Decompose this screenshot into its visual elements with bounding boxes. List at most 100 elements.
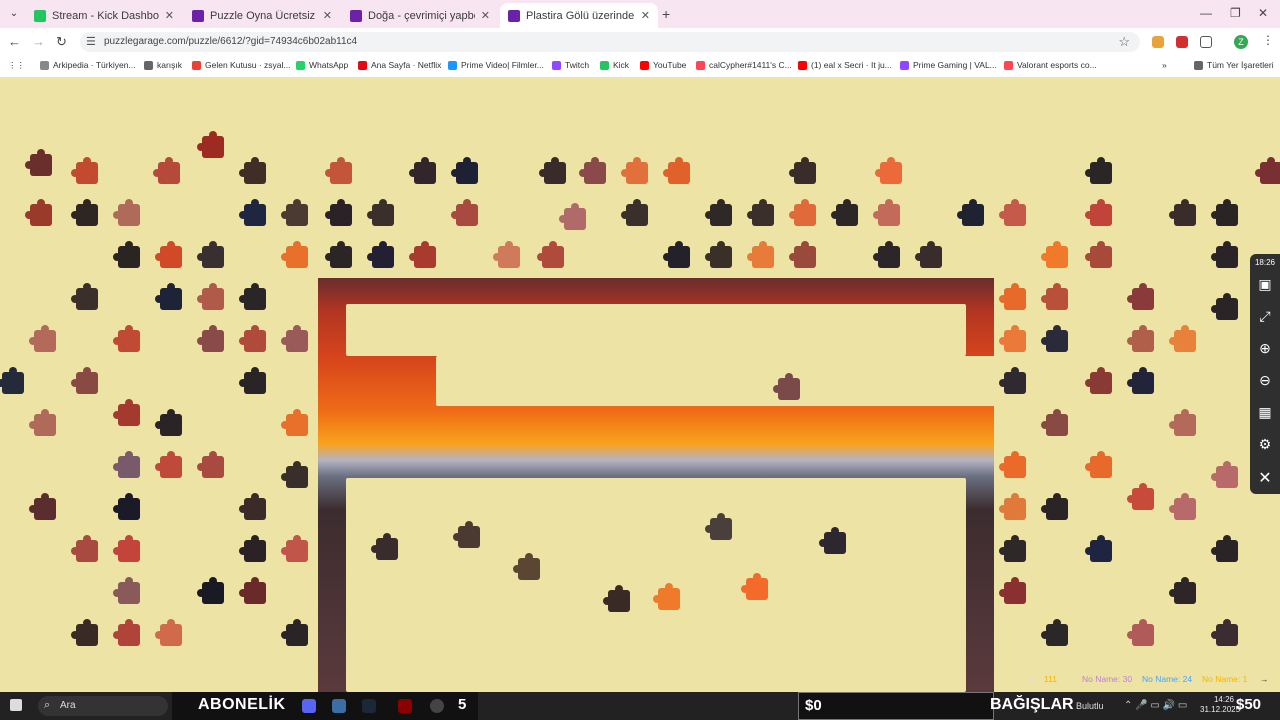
reload-icon[interactable]: ↻ <box>56 34 67 50</box>
bookmarks-overflow-button[interactable]: » <box>1162 60 1167 70</box>
loose-piece[interactable] <box>999 577 1026 604</box>
loose-piece[interactable] <box>197 577 224 604</box>
loose-piece[interactable] <box>1255 157 1280 184</box>
loose-piece[interactable] <box>915 241 942 268</box>
loose-piece[interactable] <box>1127 367 1154 394</box>
loose-piece[interactable] <box>325 157 352 184</box>
loose-piece[interactable] <box>71 619 98 646</box>
close-tab-icon[interactable]: ✕ <box>641 9 650 22</box>
loose-piece[interactable] <box>409 157 436 184</box>
loose-piece[interactable] <box>197 451 224 478</box>
loose-piece[interactable] <box>873 199 900 226</box>
loose-piece[interactable] <box>579 157 606 184</box>
loose-piece[interactable] <box>281 241 308 268</box>
loose-piece[interactable] <box>451 199 478 226</box>
restore-icon[interactable]: ❐ <box>1230 6 1241 20</box>
loose-piece[interactable] <box>25 199 52 226</box>
placed-piece[interactable] <box>705 513 732 540</box>
placed-piece[interactable] <box>603 585 630 612</box>
loose-piece[interactable] <box>239 493 266 520</box>
bookmark-item[interactable]: calCypher#1411's C... <box>696 60 792 70</box>
loose-piece[interactable] <box>1211 619 1238 646</box>
loose-piece[interactable] <box>1041 325 1068 352</box>
loose-piece[interactable] <box>1085 535 1112 562</box>
loose-piece[interactable] <box>1041 241 1068 268</box>
discord-icon[interactable] <box>302 699 316 713</box>
extensions-puzzle-icon[interactable] <box>1200 36 1212 48</box>
loose-piece[interactable] <box>155 409 182 436</box>
arrange-pieces-icon[interactable]: ▦ <box>1250 404 1280 421</box>
tab-search-button[interactable]: ⌄ <box>6 6 22 22</box>
puzzle-board[interactable] <box>318 278 994 692</box>
tab-kick-dashboard[interactable]: Stream - Kick Dashboard ✕ <box>26 3 182 28</box>
loose-piece[interactable] <box>1169 577 1196 604</box>
loose-piece[interactable] <box>29 409 56 436</box>
settings-gear-icon[interactable]: ⚙ <box>1250 436 1280 453</box>
loose-piece[interactable] <box>493 241 520 268</box>
loose-piece[interactable] <box>1085 241 1112 268</box>
close-tab-icon[interactable]: ✕ <box>481 9 490 22</box>
loose-piece[interactable] <box>1085 367 1112 394</box>
loose-piece[interactable] <box>0 367 24 394</box>
loose-piece[interactable] <box>155 451 182 478</box>
loose-piece[interactable] <box>957 199 984 226</box>
loose-piece[interactable] <box>113 325 140 352</box>
profile-avatar[interactable]: Z <box>1234 35 1248 49</box>
placed-piece[interactable] <box>773 373 800 400</box>
tab-doga[interactable]: Doğa - çevrimiçi yapboz koleks ✕ <box>342 3 498 28</box>
loose-piece[interactable] <box>113 199 140 226</box>
loose-piece[interactable] <box>1085 451 1112 478</box>
loose-piece[interactable] <box>1041 493 1068 520</box>
next-arrow-icon[interactable]: → <box>1260 674 1269 684</box>
loose-piece[interactable] <box>789 199 816 226</box>
address-bar[interactable]: ☰ puzzlegarage.com/puzzle/6612/?gid=7493… <box>80 32 1140 52</box>
bookmark-star-icon[interactable]: ☆ <box>1118 34 1130 50</box>
loose-piece[interactable] <box>281 325 308 352</box>
placed-piece[interactable] <box>371 533 398 560</box>
loose-piece[interactable] <box>409 241 436 268</box>
bookmark-item[interactable]: Prime Video| Filmler... <box>448 60 544 70</box>
zoom-out-icon[interactable]: ⊖ <box>1250 372 1280 389</box>
loose-piece[interactable] <box>999 325 1026 352</box>
loose-piece[interactable] <box>71 367 98 394</box>
bookmark-item[interactable]: (1) eal x Secri · It ju... <box>798 60 892 70</box>
loose-piece[interactable] <box>113 241 140 268</box>
loose-piece[interactable] <box>999 367 1026 394</box>
all-bookmarks-button[interactable]: Tüm Yer İşaretleri <box>1194 60 1274 70</box>
apps-grid-icon[interactable]: ⋮⋮ <box>8 60 25 71</box>
loose-piece[interactable] <box>281 461 308 488</box>
close-tab-icon[interactable]: ✕ <box>323 9 332 22</box>
bookmark-item[interactable]: Gelen Kutusu · zsyal... <box>192 60 291 70</box>
taskbar-clock[interactable]: 14:26 31.12.2025 <box>1200 695 1240 715</box>
loose-piece[interactable] <box>1127 619 1154 646</box>
loose-piece[interactable] <box>873 241 900 268</box>
menu-kebab-icon[interactable]: ⋮ <box>1262 33 1274 47</box>
loose-piece[interactable] <box>1169 409 1196 436</box>
loose-piece[interactable] <box>113 493 140 520</box>
loose-piece[interactable] <box>1211 461 1238 488</box>
placed-piece[interactable] <box>819 527 846 554</box>
loose-piece[interactable] <box>559 203 586 230</box>
back-icon[interactable]: ← <box>8 34 21 49</box>
loose-piece[interactable] <box>705 241 732 268</box>
loose-piece[interactable] <box>999 199 1026 226</box>
loose-piece[interactable] <box>789 241 816 268</box>
bookmark-item[interactable]: Kick <box>600 60 629 70</box>
zoom-in-icon[interactable]: ⊕ <box>1250 340 1280 357</box>
loose-piece[interactable] <box>281 199 308 226</box>
bookmark-item[interactable]: WhatsApp <box>296 60 348 70</box>
loose-piece[interactable] <box>29 325 56 352</box>
close-panel-icon[interactable]: ✕ <box>1250 468 1280 488</box>
new-tab-button[interactable]: + <box>662 6 670 22</box>
loose-piece[interactable] <box>281 409 308 436</box>
loose-piece[interactable] <box>71 157 98 184</box>
loose-piece[interactable] <box>705 199 732 226</box>
loose-piece[interactable] <box>325 199 352 226</box>
loose-piece[interactable] <box>875 157 902 184</box>
loose-piece[interactable] <box>831 199 858 226</box>
loose-piece[interactable] <box>537 241 564 268</box>
loose-piece[interactable] <box>281 619 308 646</box>
loose-piece[interactable] <box>113 535 140 562</box>
loose-piece[interactable] <box>153 157 180 184</box>
loose-piece[interactable] <box>1041 409 1068 436</box>
